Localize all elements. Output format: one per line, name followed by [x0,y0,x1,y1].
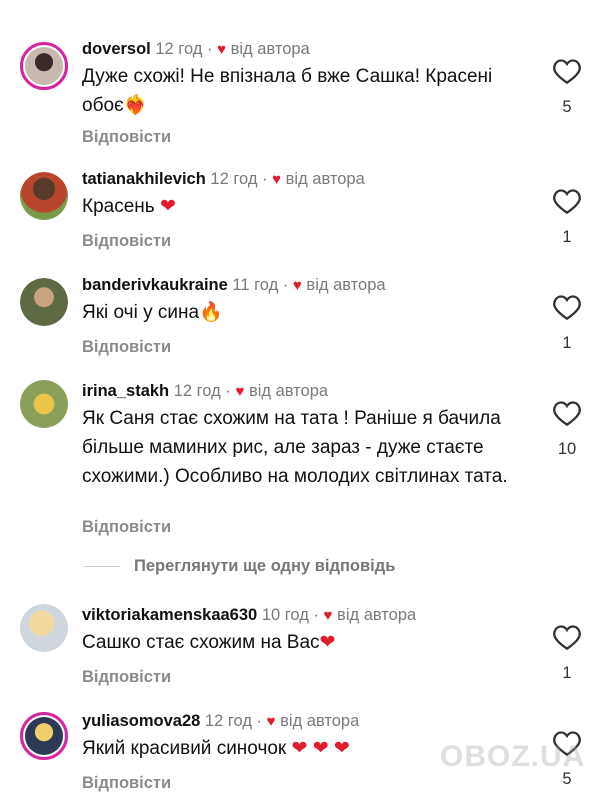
watermark-logo: OBOZ.UA [440,740,586,773]
avatar[interactable] [20,604,68,652]
liked-by-author: від автора [337,606,417,624]
comment-text: Які очі у сина🔥 [82,302,223,323]
separator: · [262,170,268,188]
timestamp: 12 год [155,40,203,58]
heart-outline-icon [553,59,581,84]
heart-icon: ♥ [323,607,333,624]
comment-meta: tatianakhilevich 12 год · ♥ від автора [82,170,365,189]
like-button[interactable]: 1 [552,624,582,683]
heart-icon: ♥ [235,383,245,400]
liked-by-author: від автора [230,40,310,58]
like-count: 5 [562,98,572,116]
liked-by-author: від автора [280,712,360,730]
heart-outline-icon [553,625,581,650]
like-count: 1 [562,334,572,352]
heart-emoji: ❤ [319,632,336,653]
avatar[interactable] [20,380,68,428]
reply-button[interactable]: Відповісти [82,774,171,793]
comment-text: Красень ❤ [82,196,176,217]
avatar[interactable] [20,42,68,90]
username[interactable]: banderivkaukraine [82,276,228,294]
like-count: 1 [562,228,572,246]
heart-outline-icon [553,295,581,320]
heart-emoji: ❤ ❤ ❤ [291,738,350,759]
separator: · [256,712,263,730]
separator: · [313,606,319,624]
reply-button[interactable]: Відповісти [82,232,171,251]
avatar[interactable] [20,278,68,326]
heart-icon: ♥ [217,41,227,58]
view-more-replies-button[interactable]: Переглянути ще одну відповідь [84,557,395,576]
timestamp: 12 год [204,712,252,730]
heart-icon: ♥ [272,171,282,188]
comment-text: Як Саня стає схожим на тата ! Раніше я б… [82,408,508,487]
fire-emoji: 🔥 [199,302,223,323]
avatar[interactable] [20,712,68,760]
like-count: 1 [562,664,572,682]
username[interactable]: doversol [82,40,151,58]
comment-text: Сашко стає схожим на Вас❤ [82,632,336,653]
heart-icon: ♥ [266,713,276,730]
heart-outline-icon [553,401,581,426]
timestamp: 12 год [173,382,221,400]
username[interactable]: viktoriakamenskaa630 [82,606,257,624]
comment-meta: yuliasomova28 12 год · ♥ від автора [82,712,359,731]
comment-meta: viktoriakamenskaa630 10 год · ♥ від авто… [82,606,416,625]
timestamp: 12 год [210,170,258,188]
timestamp: 10 год [261,606,309,624]
comment-meta: doversol 12 год · ♥ від автора [82,40,310,59]
heart-emoji: ❤ [159,196,176,217]
separator: · [225,382,231,400]
reply-button[interactable]: Відповісти [82,338,171,357]
username[interactable]: yuliasomova28 [82,712,200,730]
username[interactable]: irina_stakh [82,382,169,400]
comment-meta: irina_stakh 12 год · ♥ від автора [82,382,328,401]
liked-by-author: від автора [285,170,365,188]
like-button[interactable]: 5 [552,58,582,117]
heart-outline-icon [553,189,581,214]
reply-button[interactable]: Відповісти [82,518,171,537]
liked-by-author: від автора [248,382,329,400]
avatar[interactable] [20,172,68,220]
like-button[interactable]: 1 [552,188,582,247]
separator: · [282,276,289,294]
like-button[interactable]: 1 [552,294,582,353]
timestamp: 11 год [232,276,279,294]
liked-by-author: від автора [306,276,386,294]
divider [84,566,120,568]
reply-button[interactable]: Відповісти [82,128,171,147]
reply-button[interactable]: Відповісти [82,668,171,687]
username[interactable]: tatianakhilevich [82,170,206,188]
separator: · [207,40,213,58]
like-button[interactable]: 10 [552,400,582,459]
comment-text: Дуже схожі! Не впізнала б вже Сашка! Кра… [82,66,493,116]
heart-icon: ♥ [292,277,302,294]
heart-fire-emoji: ❤‍🔥 [123,95,148,116]
comment-meta: banderivkaukraine 11 год · ♥ від автора [82,276,386,295]
like-count: 10 [557,440,577,458]
